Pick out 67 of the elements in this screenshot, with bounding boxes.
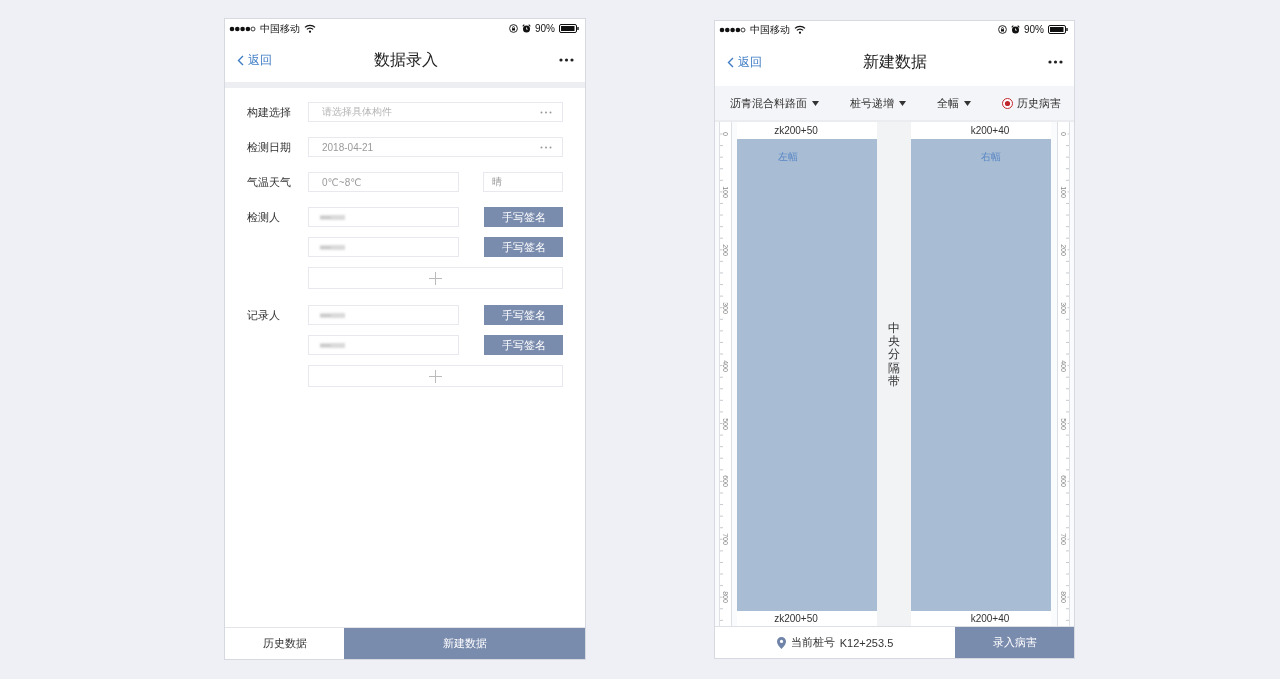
caret-down-icon	[812, 100, 819, 106]
add-row-button[interactable]	[308, 365, 563, 387]
screen-title: 数据录入	[373, 49, 438, 70]
carrier-name: 中国移动	[750, 22, 790, 37]
record-defect-button[interactable]: 录入病害	[955, 627, 1074, 658]
signature-button[interactable]: 手写签名	[484, 335, 563, 355]
wifi-icon	[304, 24, 316, 33]
name-field[interactable]	[308, 335, 459, 355]
rotation-lock-icon	[509, 24, 518, 33]
name-field[interactable]	[308, 207, 459, 227]
field-label: 气温天气	[247, 174, 292, 190]
field-label: 检测人	[247, 210, 281, 225]
median-label: 中央分隔带	[888, 322, 900, 388]
stake-label: zk200+50	[774, 125, 818, 136]
weather-field[interactable]: 晴	[483, 172, 563, 192]
signature-button[interactable]: 手写签名	[484, 305, 563, 325]
more-icon[interactable]	[559, 58, 574, 62]
blurred-name-icon	[318, 212, 348, 222]
radio-button[interactable]: 历史病害	[1002, 95, 1061, 111]
chevron-left-icon	[727, 56, 734, 68]
field-label: 检测日期	[247, 139, 292, 155]
signal-icon	[229, 25, 256, 32]
caret-down-icon	[964, 100, 971, 106]
lane-label: 右幅	[981, 150, 1001, 164]
chevron-left-icon	[237, 54, 244, 66]
stake-label: k200+40	[970, 613, 1010, 624]
alarm-clock-icon	[522, 24, 531, 33]
lane-label: 左幅	[778, 150, 798, 164]
blurred-name-icon	[318, 242, 348, 252]
signature-button[interactable]: 手写签名	[484, 237, 563, 257]
name-field[interactable]	[308, 305, 459, 325]
location-pin-icon	[776, 636, 786, 649]
blurred-name-icon	[318, 340, 348, 350]
name-field[interactable]	[308, 237, 459, 257]
plus-icon	[429, 369, 442, 383]
carrier-name: 中国移动	[260, 21, 300, 36]
screen-title: 新建数据	[863, 51, 927, 72]
ellipsis-icon	[540, 145, 552, 149]
current-stake-label: 当前桩号	[790, 635, 835, 650]
wifi-icon	[794, 25, 806, 34]
dropdown-button[interactable]: 全幅	[937, 95, 971, 111]
blurred-name-icon	[318, 310, 348, 320]
battery-percent: 90%	[535, 23, 555, 34]
stake-label: zk200+50	[774, 613, 818, 624]
date-field[interactable]: 2018-04-21	[308, 137, 563, 157]
field-label: 记录人	[247, 308, 281, 323]
field-label: 构建选择	[247, 104, 292, 120]
current-stake-value: K12+253.5	[839, 636, 894, 649]
bottom-action-button[interactable]: 新建数据	[344, 628, 585, 659]
rotation-lock-icon	[998, 25, 1007, 34]
dropdown-button[interactable]: 沥青混合料路面	[730, 95, 819, 111]
battery-icon	[1048, 25, 1068, 34]
battery-percent: 90%	[1024, 24, 1044, 35]
battery-icon	[559, 24, 579, 33]
ellipsis-icon	[540, 110, 552, 114]
signature-button[interactable]: 手写签名	[484, 207, 563, 227]
more-icon[interactable]	[1048, 60, 1063, 64]
plus-icon	[429, 271, 442, 285]
stake-label: k200+40	[970, 125, 1010, 136]
back-button[interactable]: 返回	[237, 51, 272, 69]
signal-icon	[719, 26, 746, 33]
caret-down-icon	[899, 100, 906, 106]
alarm-clock-icon	[1011, 25, 1020, 34]
temperature-field[interactable]: 0℃~8℃	[308, 172, 459, 192]
back-button[interactable]: 返回	[727, 53, 762, 71]
dropdown-button[interactable]: 桩号递增	[850, 95, 906, 111]
add-row-button[interactable]	[308, 267, 563, 289]
